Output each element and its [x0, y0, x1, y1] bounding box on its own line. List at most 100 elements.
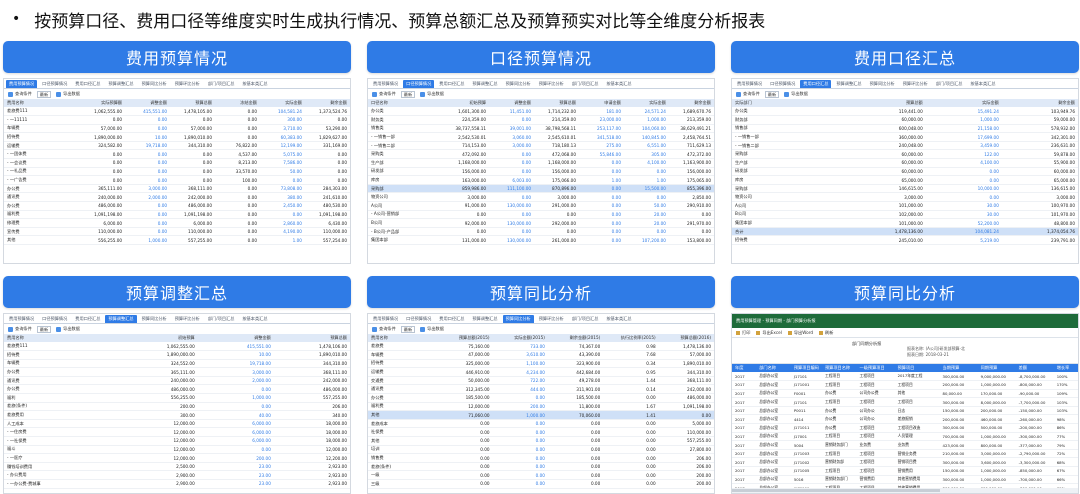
table-row[interactable]: 物资公司 3,000.00 0.00 3,000.00 0.00 0.00 2,850.00 [368, 192, 714, 203]
table-row[interactable]: - 一住房费 12,000.00 6,000.00 18,000.00 [4, 427, 350, 438]
table-row[interactable]: - 一11111 0.00 0.00 0.00 0.00 300.00 0.00 [4, 115, 350, 125]
table-row[interactable]: - 一会议费 0.00 0.00 0.00 8,213.00 7,586.00 0.00 [4, 158, 350, 168]
version-select[interactable]: 最新 [400, 90, 416, 98]
tab-mom[interactable]: 预算环比分析 [172, 315, 203, 323]
tab-mom[interactable]: 预算环比分析 [536, 80, 567, 88]
table-row[interactable]: 通讯费 240,000.00 2,000.00 242,000.00 [4, 376, 350, 386]
table-row[interactable]: 其他 556,255.00 1,000.00 557,255.00 0.00 1.00 55… [4, 235, 350, 245]
table-row[interactable]: 差旅费111 1,062,555.00 415,551.00 1,478,105.00… [4, 107, 350, 117]
table-row[interactable]: 2017 总部办公室 J17001 工程项目 工程项目 人员管理 700,000.00 1,0… [732, 432, 1078, 442]
export-word-button[interactable]: 导出Word [787, 330, 813, 336]
table-row[interactable]: 2017 总部办公室 P0011 办公费 公司办公 日志 150,000.00 200,000… [732, 406, 1078, 416]
table-row[interactable]: 招待费 245,010.00 5,219.00 239,791.00 [732, 235, 1078, 245]
table-row[interactable]: 运输费 324,582.00 19,718.00 344,310.00 76,822.0… [4, 141, 350, 151]
tab-expense-budget[interactable]: 费用预算情况 [370, 315, 401, 323]
tab-yoy[interactable]: 预算同比分析 [139, 315, 170, 323]
table-row[interactable]: 2017 总部办公室 5016 营销财务部门 营销费用 其他营销费用 300,000.00 1… [732, 475, 1078, 485]
query-button[interactable]: 查询条件 [8, 91, 32, 97]
table-row[interactable]: 运输费 446,910.00 4,234.00 442,684.00 0.95 344,3… [368, 367, 714, 377]
table-row[interactable]: 合计 1,478,136.00 104,081.24 1,374,054.76 [732, 227, 1078, 237]
table-row[interactable]: 福利费 12,000.00 200.00 11,800.00 1.67 1,091,198… [368, 402, 714, 412]
table-row[interactable]: 2017 总部办公室 J171003 工程项目 工程项目 营销业务费 210,000.00 3… [732, 449, 1078, 459]
tab-scope-budget[interactable]: 口径预算情况 [403, 80, 435, 88]
table-row[interactable]: 福利 556,255.00 1,000.00 557,255.00 [4, 393, 350, 403]
table-row[interactable]: 集团本部 131,000.00 130,000.00 261,000.00 0.00 10… [368, 235, 714, 245]
table-row[interactable]: A公司 101,000.00 30.00 100,970.00 [732, 201, 1078, 211]
table-row[interactable]: 福斗 12,000.00 0.00 12,000.00 [4, 445, 350, 455]
table-row[interactable]: 车辆费 324,552.00 19,718.00 344,310.00 [4, 359, 350, 369]
table-row[interactable]: B公司 92,000.00 130,000.00 292,000.00 0.00 20.0… [368, 218, 714, 228]
table-row[interactable]: 2017 总部办公室 4414 办公费 公司办公 差旅报销 200,000.00 460,00… [732, 414, 1078, 425]
version-select[interactable]: 最新 [764, 90, 780, 98]
table-row[interactable]: 2017 总部办公室 J17101 工程项目 工程项目 2017年度工程 300,000.0… [732, 372, 1078, 382]
table-row[interactable]: 车辆费 57,000.00 0.00 57,000.00 0.00 3,710.00 53,… [4, 124, 350, 134]
table-row[interactable]: 销售费 0.00 0.00 0.00 0.00 206.00 [368, 453, 714, 463]
table-row[interactable]: 2017 总部办公室 5004 营销财务部门 业务费 业务费 423,000.00 800,0… [732, 440, 1078, 450]
export-button[interactable]: 导出数据 [784, 91, 808, 97]
tab-scope-budget[interactable]: 口径预算情况 [767, 80, 798, 88]
tab-adjust[interactable]: 预算调整汇总 [469, 315, 500, 323]
table-row[interactable]: 库房 163,000.00 6,003.00 175,066.00 1.00 1.00 17… [368, 175, 714, 185]
table-row[interactable]: 采购类 472,092.00 0.00 472,068.00 55,846.00 305.… [368, 149, 714, 160]
query-button[interactable]: 查询条件 [372, 91, 396, 97]
table-row[interactable]: 差旅成本 0.00 0.00 0.00 0.00 5,000.00 [368, 419, 714, 429]
tab-adjust[interactable]: 预算调整汇总 [105, 315, 137, 323]
table-row[interactable]: 物资公司 3,000.00 0.00 3,000.00 [732, 192, 1078, 203]
table-row[interactable]: - A公司-营销部 0.00 0.00 0.00 0.00 20.00 0.00 [368, 210, 714, 220]
horizontal-scrollbar[interactable] [732, 488, 1078, 493]
table-row[interactable]: 2017 总部办公室 J171002 营销财务部 工程项目 营销项目费 300,000.00… [732, 457, 1078, 468]
table-row[interactable]: - 一销售一部 2,542,530.01 3,060.00 2,545,610.01 3… [368, 132, 714, 142]
table-row[interactable]: - 一医疗 12,000.00 200.00 12,200.00 [4, 453, 350, 463]
table-row[interactable]: 招待费 1,890,000.00 10.00 1,890,010.00 [4, 350, 350, 360]
tab-mom[interactable]: 预算环比分析 [536, 315, 567, 323]
tab-dept[interactable]: 部门/项目汇总 [933, 80, 966, 88]
table-row[interactable]: 人工成本 12,000.00 6,000.00 18,000.00 [4, 419, 350, 429]
table-row[interactable]: 修理费 6,000.00 0.00 6,000.00 0.00 2,860.00 6,430… [4, 218, 350, 228]
tab-basic[interactable]: 按基本类汇总 [239, 80, 270, 88]
table-row[interactable]: 财务类 224,359.00 0.00 214,359.00 23,000.00 1,00… [368, 115, 714, 125]
table-row[interactable]: 社保费 0.00 0.00 0.00 0.00 110,000.00 [368, 427, 714, 438]
table-row[interactable]: 差旅(条件) 200.00 0.00 206.00 [4, 402, 350, 412]
tab-adjust[interactable]: 预算调整汇总 [105, 80, 136, 88]
table-row[interactable]: 招待费 1,890,000.00 10.00 1,890,010.00 0.00 60,3… [4, 132, 350, 142]
table-row[interactable]: 差旅费111 1,062,555.00 415,551.00 1,478,106.00 [4, 342, 350, 352]
tab-yoy[interactable]: 预算同比分析 [502, 315, 534, 323]
table-row[interactable]: 通讯费 240,000.00 2,000.00 242,000.00 0.00 380.0… [4, 192, 350, 203]
table-row[interactable]: 一级 0.00 0.00 0.00 0.00 200.00 [368, 470, 714, 480]
table-row[interactable]: 差旅费用 300.00 40.00 340.00 [4, 410, 350, 420]
tab-expense-scope[interactable]: 费用口径汇总 [800, 80, 832, 88]
table-row[interactable]: 培训 0.00 0.00 0.00 0.00 27,800.00 [368, 445, 714, 455]
tab-basic[interactable]: 按基本类汇总 [603, 315, 634, 323]
table-row[interactable]: 办公费 365,111.00 3,000.00 368,111.00 [4, 367, 350, 377]
query-button[interactable]: 查询条件 [372, 326, 396, 332]
table-row[interactable]: 办公费 365,111.00 3,000.00 368,111.00 0.00 73,80… [4, 184, 350, 194]
table-row[interactable]: 2017 总部办公室 J171005 工程项目 工程项目 营销费用 150,000.00 1,… [732, 466, 1078, 476]
table-row[interactable]: - 办公费用 2,900.00 23.00 2,923.00 [4, 470, 350, 480]
table-row[interactable]: 销售类 38,737,558.11 39,001.00 38,798,568.11 25… [368, 124, 714, 134]
table-row[interactable]: 生产部 60,000.00 4,100.00 55,900.00 [732, 158, 1078, 168]
table-row[interactable]: 研发部 156,000.00 0.00 156,000.00 0.00 0.00 156,0… [368, 167, 714, 177]
tab-expense-scope[interactable]: 费用口径汇总 [72, 315, 103, 323]
tab-yoy[interactable]: 预算同比分析 [139, 80, 170, 88]
tab-expense-budget[interactable]: 费用预算情况 [370, 80, 401, 88]
version-select[interactable]: 最新 [400, 325, 416, 333]
table-row[interactable]: 采购部 859,986.00 111,100.00 870,896.00 0.00 15,… [368, 184, 714, 194]
table-row[interactable]: 2017 总部办公室 F0001 办公费 公司办公费 其他 80,000.00 170,000… [732, 389, 1078, 399]
table-row[interactable]: - 一销售一部 360,000.00 17,699.00 342,301.00 [732, 132, 1078, 142]
export-button[interactable]: 导出数据 [56, 326, 80, 332]
tab-expense-scope[interactable]: 费用口径汇总 [72, 80, 103, 88]
table-row[interactable]: 办公类 119,441.00 15,491.24 103,949.76 [732, 107, 1078, 117]
table-row[interactable]: 办公费 486,000.00 0.00 486,000.00 [4, 384, 350, 395]
table-row[interactable]: 宣传费 110,000.00 0.00 110,000.00 0.00 4,190.00 1… [4, 227, 350, 237]
tab-dept[interactable]: 部门/项目汇总 [569, 80, 602, 88]
version-select[interactable]: 最新 [36, 90, 52, 98]
print-button[interactable]: 打印 [736, 330, 750, 336]
table-row[interactable]: 通讯费 312,345.00 444.00 311,901.00 0.14 242,000… [368, 384, 714, 395]
export-excel-button[interactable]: 导出Excel [756, 330, 782, 336]
refresh-button[interactable]: 刷新 [819, 330, 833, 336]
table-row[interactable]: 采购部 60,000.00 122.00 59,878.00 [732, 149, 1078, 160]
table-row[interactable]: - 一销售二部 240,048.00 3,459.00 236,631.00 [732, 141, 1078, 151]
tab-basic[interactable]: 按基本类汇总 [967, 80, 998, 88]
table-row[interactable]: 集团本部 101,000.00 52,200.00 48,800.00 [732, 218, 1078, 228]
table-row[interactable]: B公司 102,000.00 30.00 101,970.00 [732, 210, 1078, 220]
